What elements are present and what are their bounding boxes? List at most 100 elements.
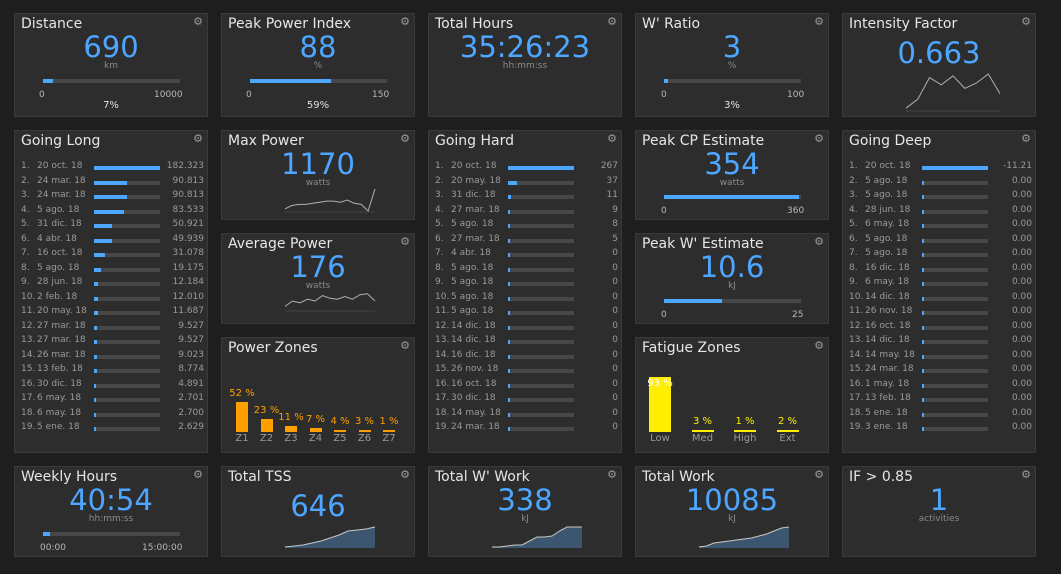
row-value: 0.00	[1011, 407, 1032, 418]
gear-icon[interactable]: ⚙	[814, 235, 824, 248]
row-date: 24 mar. 18	[37, 175, 86, 186]
row-date: 6 may. 18	[37, 393, 82, 403]
row-bar-track	[922, 412, 988, 417]
ranking-row: 6. 5 ago. 18 0.00	[849, 234, 1035, 248]
gear-icon[interactable]: ⚙	[607, 15, 617, 28]
row-bar-track	[922, 166, 988, 170]
row-bar-track	[508, 412, 574, 417]
row-date: 6 may. 18	[865, 277, 910, 287]
row-bar-track	[508, 267, 574, 272]
row-bar-track	[508, 180, 574, 185]
gear-icon[interactable]: ⚙	[193, 468, 203, 481]
ranking-row: 15. 13 feb. 18 8.774	[21, 364, 207, 378]
gear-icon[interactable]: ⚙	[1021, 15, 1031, 28]
row-value: 5	[612, 233, 618, 244]
row-bar-track	[922, 180, 988, 185]
tile-peak-w-estimate: Peak W' Estimate ⚙ 10.6 kJ 0 25	[635, 233, 829, 324]
row-value: 0.00	[1011, 233, 1032, 244]
metric-value: 690	[83, 30, 139, 64]
ranking-row: 14. 26 mar. 18 9.023	[21, 350, 207, 364]
gear-icon[interactable]: ⚙	[1021, 468, 1031, 481]
row-rank: 16.	[21, 378, 36, 389]
row-rank: 16.	[435, 378, 450, 389]
row-date: 20 oct. 18	[37, 161, 83, 171]
zone-label: Med	[691, 433, 714, 444]
tile-going-deep: Going Deep ⚙ 1. 20 oct. 18 -11.21 2. 5 ago. …	[842, 130, 1036, 453]
row-bar-track	[922, 267, 988, 272]
row-bar	[508, 253, 510, 257]
metric-unit: activities	[918, 514, 960, 524]
progress-fill	[43, 79, 53, 83]
row-value: 90.813	[172, 190, 205, 200]
row-value: 0.00	[1011, 277, 1032, 287]
row-date: 26 mar. 18	[37, 349, 86, 360]
row-rank: 8.	[435, 262, 444, 273]
row-value: 0.00	[1011, 204, 1032, 215]
row-rank: 1.	[435, 161, 444, 171]
row-bar	[922, 267, 924, 272]
row-rank: 11.	[21, 306, 36, 316]
zone-bar	[236, 402, 248, 432]
row-rank: 16.	[849, 378, 864, 389]
gear-icon[interactable]: ⚙	[814, 15, 824, 28]
zone-label: Z7	[382, 433, 396, 444]
row-rank: 13.	[21, 335, 36, 345]
row-bar	[94, 325, 98, 330]
row-rank: 19.	[435, 422, 450, 432]
row-bar-track	[94, 195, 160, 199]
gear-icon[interactable]: ⚙	[814, 468, 824, 481]
row-date: 30 dic. 18	[37, 378, 82, 389]
row-value: 2.701	[178, 393, 204, 403]
row-rank: 9.	[21, 277, 30, 287]
gear-icon[interactable]: ⚙	[193, 15, 203, 28]
row-bar	[922, 296, 924, 301]
row-date: 14 dic. 18	[865, 335, 910, 345]
row-bar-track	[508, 253, 574, 257]
gear-icon[interactable]: ⚙	[814, 339, 824, 352]
row-bar-track	[508, 224, 574, 228]
gear-icon[interactable]: ⚙	[400, 468, 410, 481]
row-rank: 19.	[849, 422, 864, 432]
row-rank: 3.	[849, 190, 858, 200]
sparkline	[905, 73, 1001, 112]
zone-bar	[383, 430, 395, 432]
ranking-row: 17. 6 may. 18 2.701	[21, 393, 207, 407]
gear-icon[interactable]: ⚙	[607, 132, 617, 145]
sparkline	[284, 188, 376, 213]
range-min: 0	[246, 90, 252, 100]
zone-percent: 1 %	[735, 416, 755, 427]
ranking-row: 17. 13 feb. 18 0.00	[849, 393, 1035, 407]
gear-icon[interactable]: ⚙	[1021, 132, 1031, 145]
row-date: 6 may. 18	[37, 407, 82, 418]
gear-icon[interactable]: ⚙	[400, 339, 410, 352]
row-rank: 11.	[849, 306, 864, 316]
row-bar-track	[508, 398, 574, 402]
row-bar-track	[508, 238, 574, 243]
range-max: 360	[787, 206, 805, 216]
gear-icon[interactable]: ⚙	[400, 235, 410, 248]
row-rank: 13.	[849, 335, 864, 345]
ranking-row: 1. 20 oct. 18 -11.21	[849, 161, 1035, 175]
row-bar	[922, 282, 924, 286]
row-value: 0	[612, 320, 618, 331]
row-rank: 12.	[435, 320, 450, 331]
tile-title: Going Hard	[435, 133, 515, 149]
ranking-row: 12. 16 oct. 18 0.00	[849, 321, 1035, 335]
row-bar-track	[94, 398, 160, 402]
row-value: 182.323	[166, 161, 204, 171]
row-rank: 10.	[435, 291, 450, 302]
gear-icon[interactable]: ⚙	[400, 15, 410, 28]
row-bar-track	[922, 282, 988, 286]
ranking-row: 10. 14 dic. 18 0.00	[849, 292, 1035, 306]
row-value: 0	[612, 364, 618, 374]
row-rank: 12.	[849, 320, 864, 331]
gear-icon[interactable]: ⚙	[607, 468, 617, 481]
gear-icon[interactable]: ⚙	[193, 132, 203, 145]
row-bar-track	[94, 180, 160, 185]
gear-icon[interactable]: ⚙	[814, 132, 824, 145]
ranking-row: 19. 24 mar. 18 0	[435, 422, 621, 436]
row-value: 0.00	[1011, 349, 1032, 360]
row-rank: 17.	[849, 393, 864, 403]
gear-icon[interactable]: ⚙	[400, 132, 410, 145]
row-date: 20 may. 18	[37, 306, 87, 316]
